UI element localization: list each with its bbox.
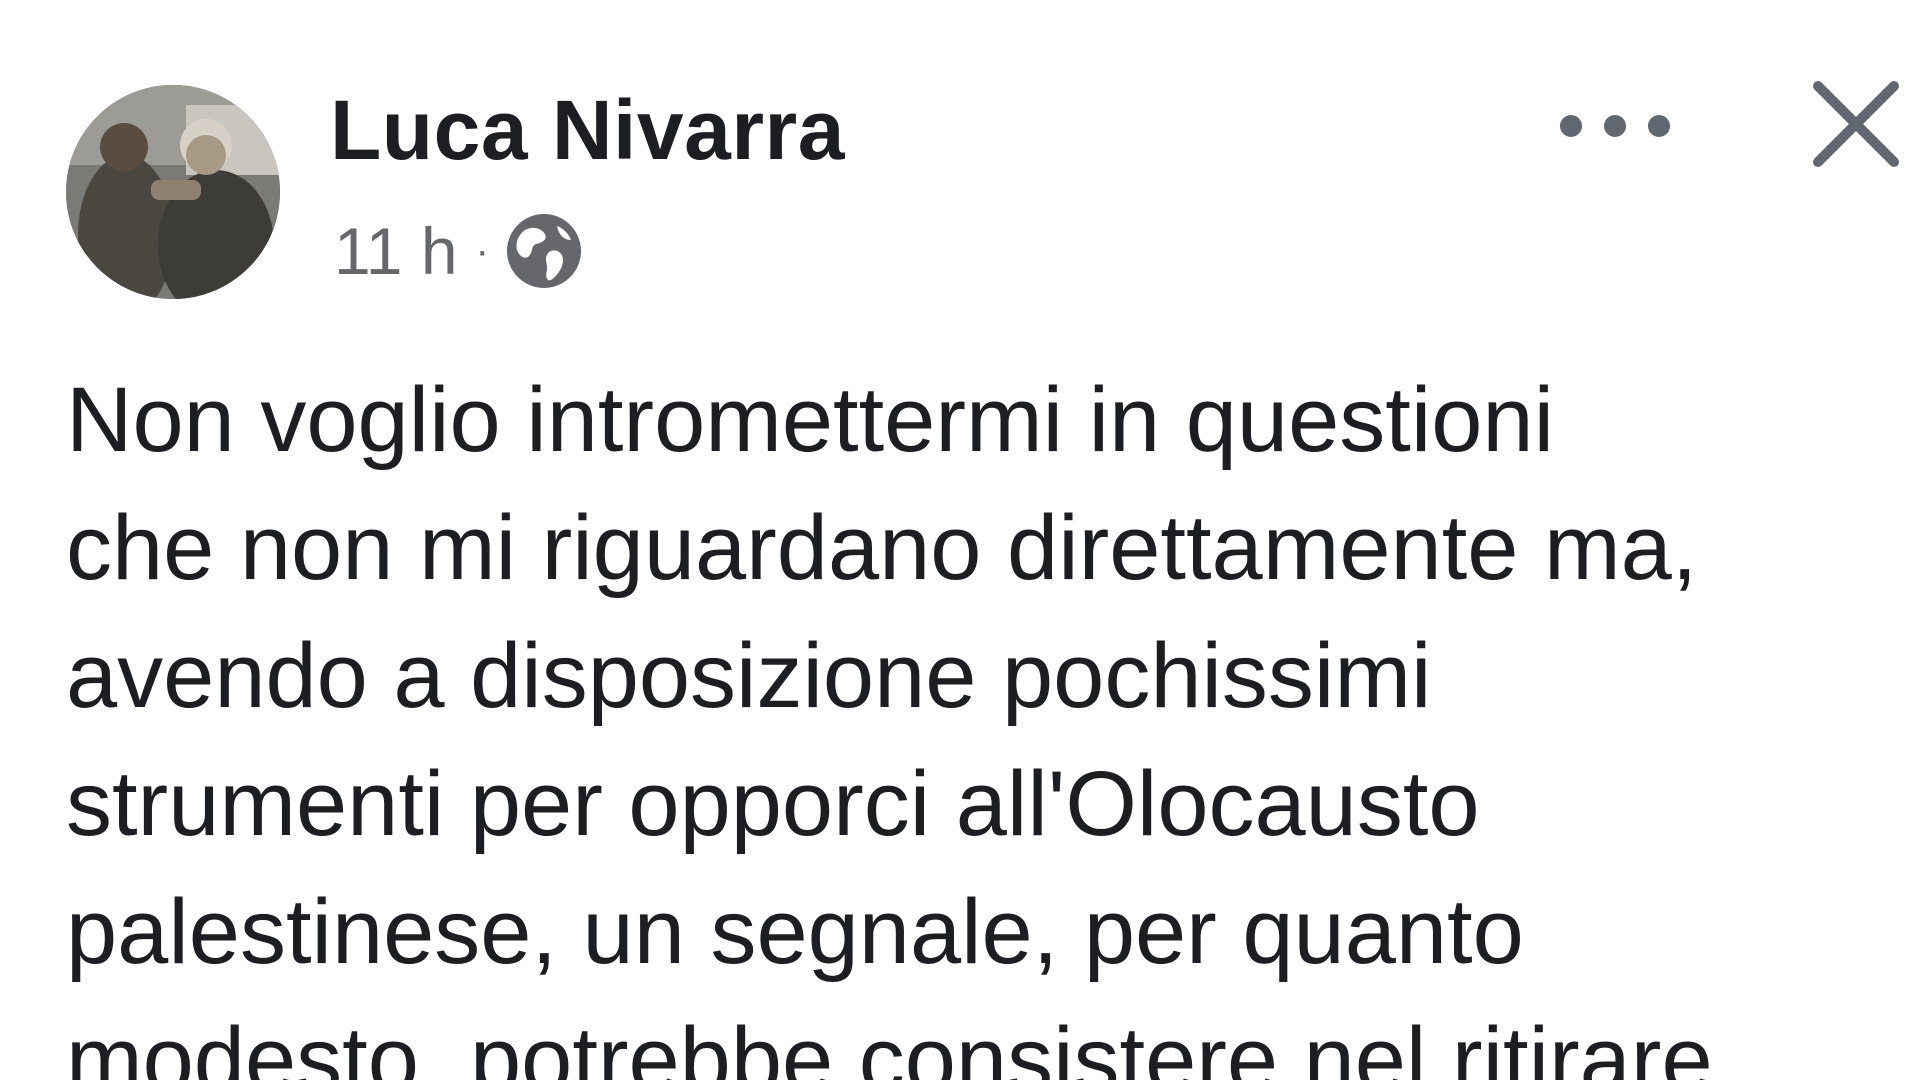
close-icon	[1813, 81, 1899, 167]
more-options-button[interactable]	[1560, 96, 1670, 156]
author-avatar[interactable]	[66, 85, 280, 299]
post-text-line: modesto, potrebbe consistere nel ritirar…	[66, 1009, 1713, 1080]
facebook-post: Luca Nivarra 11 h · Non voglio intromett…	[0, 0, 1920, 1080]
globe-icon[interactable]	[503, 210, 585, 292]
post-meta: 11 h ·	[334, 210, 585, 292]
meta-separator: ·	[475, 229, 489, 273]
author-name[interactable]: Luca Nivarra	[330, 82, 845, 179]
post-text-line: Non voglio intromettermi in questioni	[66, 369, 1555, 471]
post-text-line: palestinese, un segnale, per quanto	[66, 881, 1524, 983]
post-text-line: strumenti per opporci all'Olocausto	[66, 753, 1480, 855]
more-options-dot	[1604, 115, 1626, 137]
avatar-photo	[66, 85, 280, 299]
post-timestamp[interactable]: 11 h	[334, 213, 458, 289]
post-text-line: avendo a disposizione pochissimi	[66, 625, 1432, 727]
more-options-dot	[1560, 115, 1582, 137]
post-text-line: che non mi riguardano direttamente ma,	[66, 497, 1698, 599]
close-button[interactable]	[1808, 76, 1904, 172]
post-body-text: Non voglio intromettermi in questioni ch…	[66, 356, 1906, 1080]
more-options-dot	[1648, 115, 1670, 137]
